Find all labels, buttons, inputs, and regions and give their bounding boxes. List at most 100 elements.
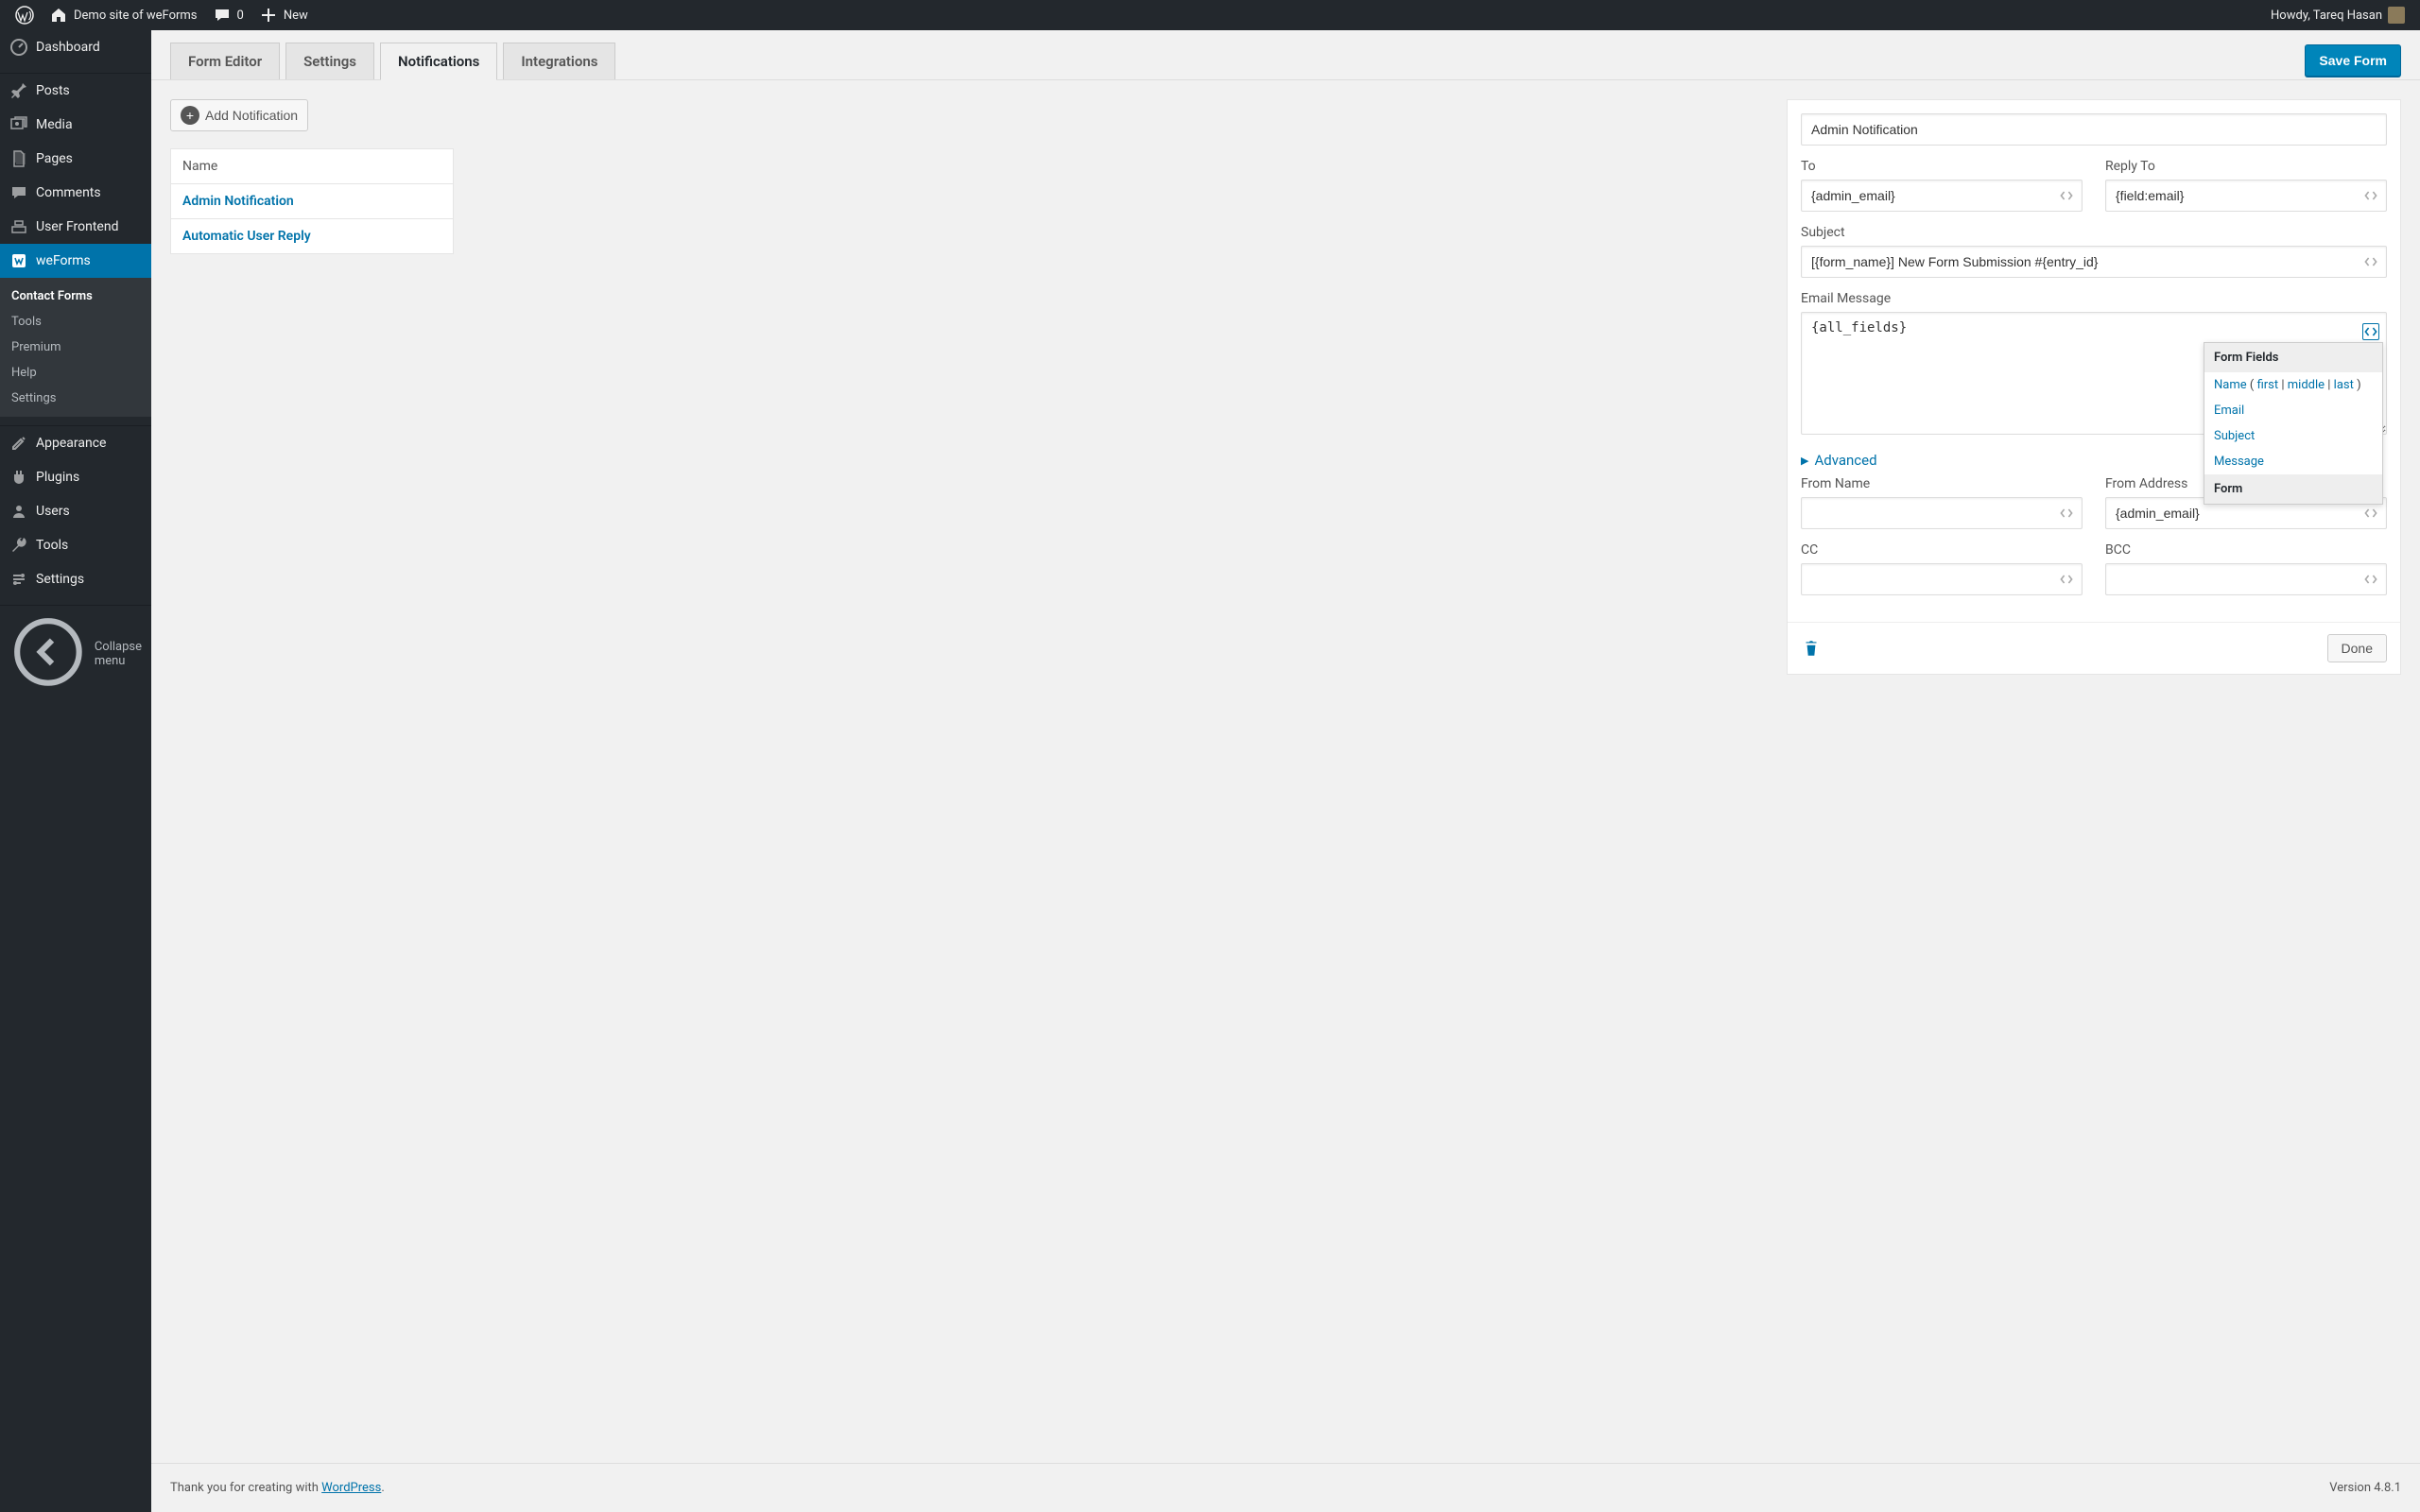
- wordpress-link[interactable]: WordPress: [321, 1481, 381, 1495]
- dropdown-item-message[interactable]: Message: [2204, 449, 2382, 474]
- sidebar-item-weforms[interactable]: weForms: [0, 244, 151, 278]
- merge-tag-icon[interactable]: [2058, 505, 2075, 522]
- merge-tag-icon[interactable]: [2058, 571, 2075, 588]
- new-link[interactable]: New: [251, 0, 316, 30]
- plugins-icon: [9, 468, 28, 487]
- dropdown-item-email[interactable]: Email: [2204, 398, 2382, 423]
- plus-icon: [259, 6, 278, 25]
- sidebar-item-label: Plugins: [36, 470, 79, 485]
- submenu-contact-forms[interactable]: Contact Forms: [0, 284, 151, 309]
- dropdown-heading: Form Fields: [2204, 343, 2382, 372]
- collapse-menu[interactable]: Collapse menu: [0, 606, 151, 702]
- notification-name-input[interactable]: [1801, 113, 2387, 146]
- message-label: Email Message: [1801, 291, 2387, 306]
- done-button[interactable]: Done: [2327, 634, 2387, 662]
- subject-input[interactable]: [1801, 246, 2387, 278]
- triangle-right-icon: ▶: [1801, 455, 1808, 467]
- merge-tag-icon[interactable]: [2362, 323, 2379, 340]
- sidebar-item-label: weForms: [36, 253, 91, 268]
- page-icon: [9, 149, 28, 168]
- comment-icon: [213, 6, 232, 25]
- notification-list-item[interactable]: Admin Notification: [171, 184, 453, 219]
- tools-icon: [9, 536, 28, 555]
- sidebar-item-label: Dashboard: [36, 40, 100, 55]
- media-icon: [9, 115, 28, 134]
- sidebar-item-posts[interactable]: Posts: [0, 74, 151, 108]
- tab-settings[interactable]: Settings: [285, 43, 374, 79]
- howdy-link[interactable]: Howdy, Tareq Hasan: [2263, 0, 2412, 30]
- sidebar-item-dashboard[interactable]: Dashboard: [0, 30, 151, 64]
- sidebar-item-pages[interactable]: Pages: [0, 142, 151, 176]
- tab-row: Form Editor Settings Notifications Integ…: [151, 30, 2420, 80]
- sidebar-item-label: Media: [36, 117, 73, 132]
- admin-bar-right: Howdy, Tareq Hasan: [2263, 0, 2412, 30]
- comment-count: 0: [237, 9, 244, 23]
- admin-bar-left: Demo site of weForms 0 New: [8, 0, 316, 30]
- cc-input[interactable]: [1801, 563, 2083, 595]
- bcc-input[interactable]: [2105, 563, 2387, 595]
- sidebar-item-tools[interactable]: Tools: [0, 528, 151, 562]
- settings-icon: [9, 570, 28, 589]
- weforms-submenu: Contact Forms Tools Premium Help Setting…: [0, 278, 151, 417]
- replyto-field: Reply To: [2105, 159, 2387, 212]
- footer-version: Version 4.8.1: [2329, 1481, 2401, 1495]
- sidebar-item-label: Users: [36, 504, 70, 519]
- merge-tag-icon[interactable]: [2058, 187, 2075, 204]
- notification-list: Name Admin Notification Automatic User R…: [170, 148, 454, 254]
- sidebar-item-users[interactable]: Users: [0, 494, 151, 528]
- merge-tag-icon[interactable]: [2362, 505, 2379, 522]
- replyto-label: Reply To: [2105, 159, 2387, 174]
- merge-tag-icon[interactable]: [2362, 253, 2379, 270]
- save-form-button[interactable]: Save Form: [2305, 44, 2401, 77]
- sidebar-item-appearance[interactable]: Appearance: [0, 426, 151, 460]
- sidebar-item-plugins[interactable]: Plugins: [0, 460, 151, 494]
- delete-notification-button[interactable]: [1801, 638, 1822, 659]
- subject-field: Subject: [1801, 225, 2387, 278]
- dropdown-item-name[interactable]: Name ( first | middle | last ): [2204, 372, 2382, 398]
- submenu-premium[interactable]: Premium: [0, 335, 151, 360]
- tab-integrations[interactable]: Integrations: [503, 43, 615, 79]
- sidebar-item-label: Posts: [36, 83, 70, 98]
- comments-link[interactable]: 0: [205, 0, 251, 30]
- appearance-icon: [9, 434, 28, 453]
- tab-form-editor[interactable]: Form Editor: [170, 43, 280, 79]
- sidebar-item-label: User Frontend: [36, 219, 118, 234]
- sidebar-item-settings[interactable]: Settings: [0, 562, 151, 596]
- submenu-settings[interactable]: Settings: [0, 386, 151, 411]
- new-label: New: [284, 9, 308, 23]
- sidebar-item-user-frontend[interactable]: User Frontend: [0, 210, 151, 244]
- sidebar-item-label: Settings: [36, 572, 84, 587]
- footer-thanks: Thank you for creating with WordPress.: [170, 1481, 385, 1495]
- add-notification-label: Add Notification: [205, 108, 298, 123]
- plus-circle-icon: +: [181, 106, 199, 125]
- fromname-input[interactable]: [1801, 497, 2083, 529]
- content-body: + Add Notification Name Admin Notificati…: [151, 80, 2420, 1444]
- site-link[interactable]: Demo site of weForms: [42, 0, 205, 30]
- subject-label: Subject: [1801, 225, 2387, 240]
- merge-tag-icon[interactable]: [2362, 571, 2379, 588]
- notification-name-field: [1801, 113, 2387, 146]
- fromname-field: From Name: [1801, 476, 2083, 529]
- pin-icon: [9, 81, 28, 100]
- sidebar-item-label: Comments: [36, 185, 101, 200]
- add-notification-button[interactable]: + Add Notification: [170, 99, 308, 131]
- dropdown-item-subject[interactable]: Subject: [2204, 423, 2382, 449]
- submenu-tools[interactable]: Tools: [0, 309, 151, 335]
- message-field: Email Message {all_fields} Form Fields N…: [1801, 291, 2387, 438]
- notification-list-item[interactable]: Automatic User Reply: [171, 219, 453, 253]
- collapse-label: Collapse menu: [95, 640, 142, 668]
- bcc-label: BCC: [2105, 542, 2387, 558]
- sidebar-item-comments[interactable]: Comments: [0, 176, 151, 210]
- sidebar-item-media[interactable]: Media: [0, 108, 151, 142]
- submenu-help[interactable]: Help: [0, 360, 151, 386]
- main-content: Form Editor Settings Notifications Integ…: [151, 30, 2420, 1512]
- to-input[interactable]: [1801, 180, 2083, 212]
- replyto-input[interactable]: [2105, 180, 2387, 212]
- wp-logo[interactable]: [8, 0, 42, 30]
- dropdown-heading: Form: [2204, 474, 2382, 504]
- cc-field: CC: [1801, 542, 2083, 595]
- merge-tag-dropdown: Form Fields Name ( first | middle | last…: [2204, 342, 2383, 505]
- tab-notifications[interactable]: Notifications: [380, 43, 497, 80]
- merge-tag-icon[interactable]: [2362, 187, 2379, 204]
- bcc-field: BCC: [2105, 542, 2387, 595]
